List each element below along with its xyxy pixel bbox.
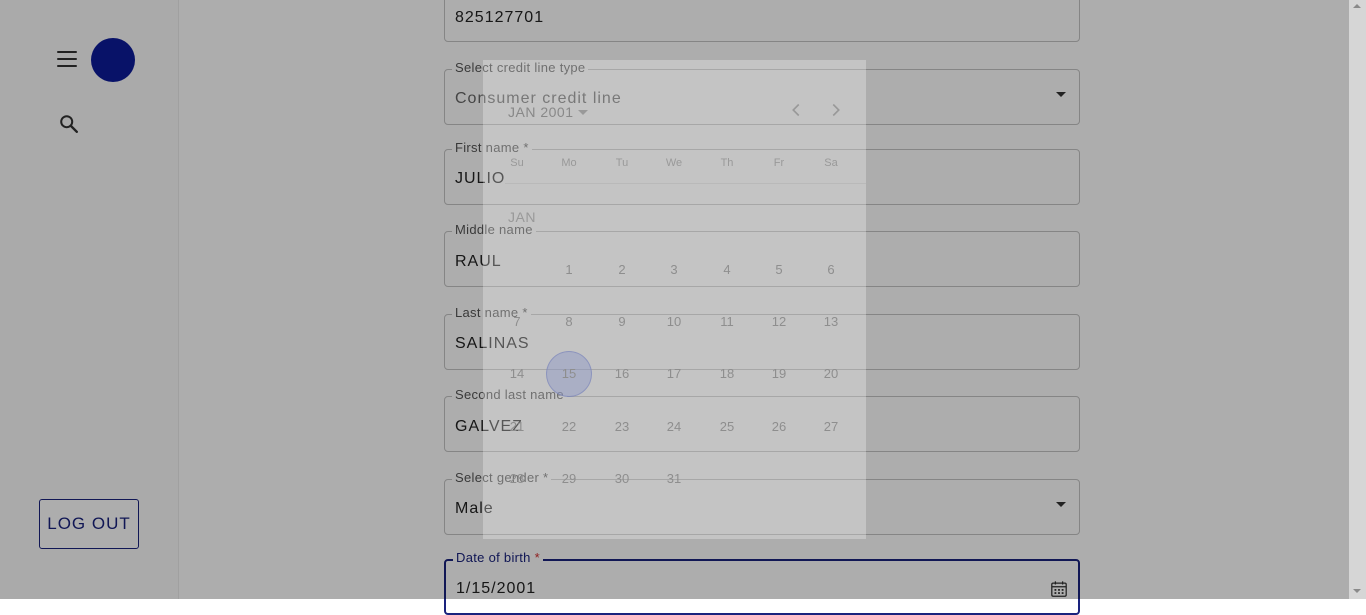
weekday-header: Su — [510, 157, 524, 169]
calendar-day[interactable]: 24 — [656, 415, 692, 439]
chevron-right-icon[interactable] — [825, 99, 847, 121]
calendar-day[interactable]: 19 — [761, 362, 797, 386]
calendar-day[interactable]: 7 — [499, 310, 535, 334]
scrollbar[interactable] — [1349, 0, 1366, 599]
scroll-down-arrow[interactable] — [1353, 589, 1361, 593]
calendar-day[interactable]: 9 — [604, 310, 640, 334]
calendar-day[interactable]: 8 — [551, 310, 587, 334]
weekday-divider — [505, 183, 866, 184]
calendar-day[interactable]: 29 — [551, 467, 587, 491]
calendar-day[interactable]: 4 — [709, 258, 745, 282]
calendar-day[interactable]: 27 — [813, 415, 849, 439]
calendar-day[interactable]: 3 — [656, 258, 692, 282]
month-year-switch[interactable]: JAN 2001 — [508, 104, 589, 120]
chevron-down-icon — [578, 109, 589, 115]
calendar-day[interactable]: 5 — [761, 258, 797, 282]
weekday-header: Sa — [824, 157, 838, 169]
calendar-day[interactable]: 1 — [551, 258, 587, 282]
weekday-header: We — [665, 157, 683, 169]
calendar-day[interactable]: 6 — [813, 258, 849, 282]
calendar-day[interactable]: 25 — [709, 415, 745, 439]
calendar-day[interactable]: 22 — [551, 415, 587, 439]
chevron-left-icon[interactable] — [785, 99, 807, 121]
calendar-day[interactable]: 10 — [656, 310, 692, 334]
calendar-day[interactable]: 28 — [499, 467, 535, 491]
weekday-header: Mo — [561, 157, 577, 169]
calendar-day[interactable]: 2 — [604, 258, 640, 282]
calendar-day[interactable]: 14 — [499, 362, 535, 386]
calendar-day-selected[interactable]: 15 — [551, 362, 587, 386]
calendar-day[interactable]: 11 — [709, 310, 745, 334]
calendar-day[interactable]: 18 — [709, 362, 745, 386]
calendar-day[interactable]: 12 — [761, 310, 797, 334]
date-picker-dialog: JAN 2001 JAN Su Mo Tu We Th Fr Sa 1 2 3 4 5 6 7 8 9 10 11… — [483, 60, 866, 539]
calendar-day[interactable]: 17 — [656, 362, 692, 386]
calendar-day[interactable]: 31 — [656, 467, 692, 491]
month-label: JAN — [508, 209, 536, 225]
weekday-header: Fr — [773, 157, 785, 169]
scroll-up-arrow[interactable] — [1353, 4, 1361, 8]
month-year-label: JAN 2001 — [508, 104, 574, 120]
weekday-header: Th — [720, 157, 734, 169]
calendar-day[interactable]: 20 — [813, 362, 849, 386]
calendar-day[interactable]: 16 — [604, 362, 640, 386]
calendar-day[interactable]: 30 — [604, 467, 640, 491]
calendar-day[interactable]: 26 — [761, 415, 797, 439]
weekday-header: Tu — [615, 157, 629, 169]
calendar-day[interactable]: 13 — [813, 310, 849, 334]
calendar-day[interactable]: 21 — [499, 415, 535, 439]
calendar-day[interactable]: 23 — [604, 415, 640, 439]
